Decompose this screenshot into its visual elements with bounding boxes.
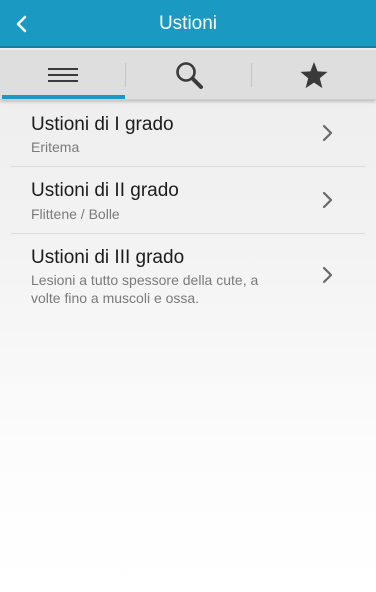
- chevron-right-icon: [322, 266, 333, 284]
- tab-menu[interactable]: [0, 50, 125, 100]
- list-item-subtitle: Eritema: [31, 139, 80, 155]
- chevron-right-icon: [322, 191, 333, 209]
- star-icon: [300, 61, 328, 88]
- search-icon: [175, 62, 203, 89]
- app-bar: Ustioni: [0, 0, 376, 48]
- list-item-second-degree[interactable]: Ustioni di II grado Flittene / Bolle: [11, 167, 365, 234]
- tab-favorites[interactable]: [252, 50, 376, 100]
- list-item-third-degree[interactable]: Ustioni di III grado Lesioni a tutto spe…: [11, 234, 365, 318]
- list-item-title: Ustioni di II grado: [31, 180, 179, 201]
- selected-tab-indicator: [2, 95, 125, 99]
- list-item-subtitle: Flittene / Bolle: [31, 206, 120, 222]
- page-title: Ustioni: [158, 13, 218, 34]
- list-item-first-degree[interactable]: Ustioni di I grado Eritema: [11, 101, 365, 167]
- menu-icon: [47, 68, 78, 82]
- list-item-title: Ustioni di I grado: [31, 114, 174, 135]
- tab-bar: [0, 50, 376, 100]
- list-item-title: Ustioni di III grado: [31, 247, 185, 268]
- tab-search[interactable]: [126, 50, 251, 100]
- chevron-right-icon: [322, 124, 333, 142]
- list-item-subtitle: Lesioni a tutto spessore della cute, a v…: [31, 272, 259, 306]
